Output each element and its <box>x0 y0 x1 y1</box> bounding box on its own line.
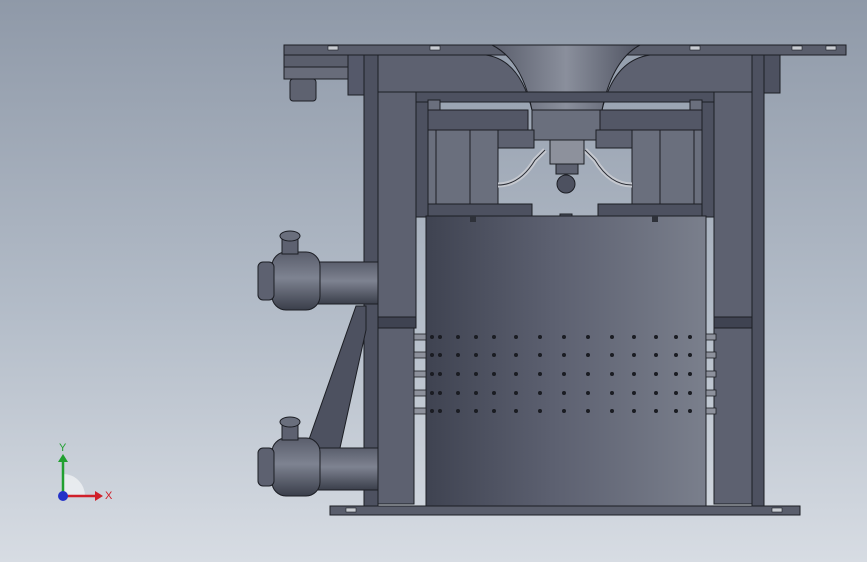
perforation-hole <box>514 335 518 339</box>
perforation-hole <box>430 391 434 395</box>
perforation-hole <box>562 372 566 376</box>
perforation-hole <box>632 409 636 413</box>
perforation-hole <box>586 335 590 339</box>
perforation-hole <box>654 353 658 357</box>
perforation-hole <box>674 335 678 339</box>
perforation-hole <box>674 353 678 357</box>
perforation-hole <box>688 391 692 395</box>
left-nozzle-module <box>427 109 547 217</box>
perforation-hole <box>514 391 518 395</box>
perforation-hole <box>562 409 566 413</box>
perforation-hole <box>586 372 590 376</box>
perforation-hole <box>438 391 442 395</box>
perforation-hole <box>456 372 460 376</box>
y-axis-label: Y <box>59 442 67 454</box>
top-right-bracket <box>761 54 781 94</box>
perforation-hole <box>632 391 636 395</box>
main-cylinder <box>425 215 707 515</box>
perforation-hole <box>538 409 542 413</box>
perforation-hole <box>654 372 658 376</box>
perforation-hole <box>674 391 678 395</box>
perforation-hole <box>688 335 692 339</box>
perforation-hole <box>438 409 442 413</box>
perforation-hole <box>438 335 442 339</box>
perforation-hole <box>610 353 614 357</box>
perforation-hole <box>674 372 678 376</box>
perforation-hole <box>430 409 434 413</box>
perforation-hole <box>492 353 496 357</box>
perforation-hole <box>654 409 658 413</box>
perforation-hole <box>492 335 496 339</box>
x-axis-arrow <box>95 491 103 501</box>
perforation-hole <box>474 409 478 413</box>
perforation-hole <box>514 409 518 413</box>
perforation-hole <box>538 372 542 376</box>
perforation-hole <box>562 391 566 395</box>
perforation-hole <box>438 372 442 376</box>
perforation-hole <box>654 391 658 395</box>
perforation-hole <box>586 353 590 357</box>
x-axis-label: X <box>105 490 113 502</box>
perforation-hole <box>492 391 496 395</box>
perforation-hole <box>430 335 434 339</box>
perforation-hole <box>474 353 478 357</box>
perforation-hole <box>610 335 614 339</box>
perforation-hole <box>586 409 590 413</box>
perforation-hole <box>538 353 542 357</box>
perforation-hole <box>688 353 692 357</box>
perforation-hole <box>456 409 460 413</box>
perforation-hole <box>474 335 478 339</box>
perforation-hole <box>538 335 542 339</box>
right-nozzle-module <box>583 109 703 217</box>
perforation-hole <box>538 391 542 395</box>
perforation-hole <box>514 372 518 376</box>
perforation-hole <box>654 335 658 339</box>
perforation-hole <box>430 353 434 357</box>
perforation-hole <box>610 409 614 413</box>
perforation-hole <box>632 335 636 339</box>
perforation-hole <box>456 335 460 339</box>
top-left-bracket <box>283 54 365 102</box>
perforation-hole <box>562 335 566 339</box>
perforation-hole <box>438 353 442 357</box>
perforation-hole <box>688 372 692 376</box>
perforation-hole <box>610 372 614 376</box>
y-axis-arrow <box>58 454 68 462</box>
assembly-section-view[interactable] <box>0 0 867 562</box>
perforation-hole <box>492 372 496 376</box>
perforation-hole <box>514 353 518 357</box>
perforation-hole <box>562 353 566 357</box>
perforation-hole <box>688 409 692 413</box>
perforation-hole <box>474 391 478 395</box>
perforation-hole <box>586 391 590 395</box>
center-nozzle <box>549 139 585 223</box>
perforation-hole <box>474 372 478 376</box>
support-brace <box>305 305 367 449</box>
perforation-hole <box>456 353 460 357</box>
bottom-flange <box>329 505 801 516</box>
perforation-hole <box>674 409 678 413</box>
perforation-hole <box>456 391 460 395</box>
graphics-viewport[interactable]: X Y <box>0 0 867 562</box>
perforation-hole <box>430 372 434 376</box>
z-axis-dot <box>58 491 68 501</box>
perforation-hole <box>632 372 636 376</box>
perforation-hole <box>632 353 636 357</box>
upper-side-valve <box>257 230 379 311</box>
perforation-hole <box>492 409 496 413</box>
reference-triad: X Y <box>58 442 113 502</box>
perforation-hole <box>610 391 614 395</box>
